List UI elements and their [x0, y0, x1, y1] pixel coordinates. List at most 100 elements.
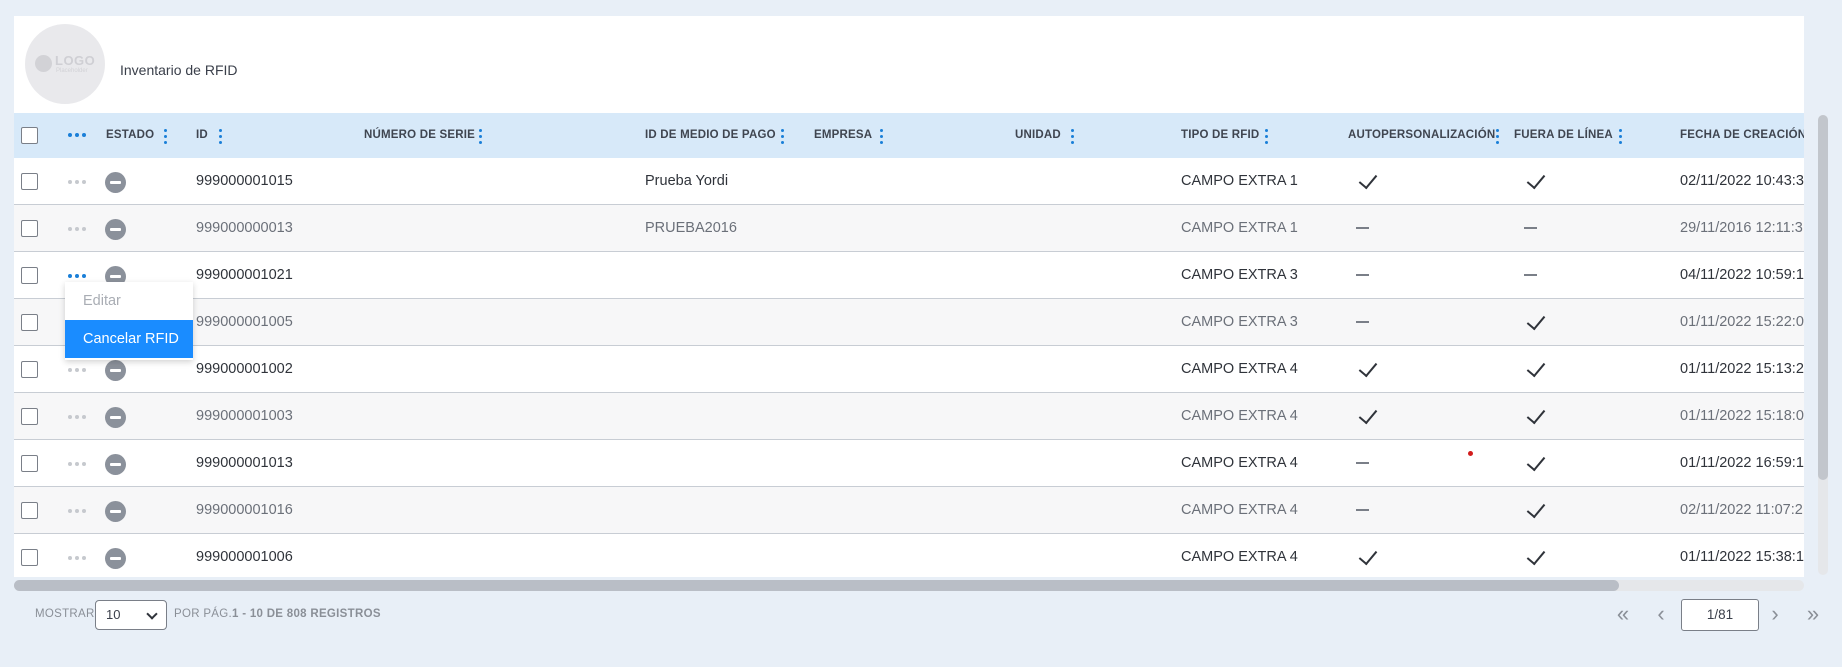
vertical-scrollbar-thumb[interactable]: [1818, 115, 1828, 480]
cell-tipo: CAMPO EXTRA 1: [1181, 173, 1298, 189]
check-icon: [1526, 451, 1546, 472]
check-icon: [1358, 404, 1378, 425]
row-checkbox[interactable]: [21, 314, 38, 331]
row-checkbox[interactable]: [21, 549, 38, 566]
row-actions-menu-icon[interactable]: [68, 180, 86, 184]
row-context-menu: Editar Cancelar RFID: [65, 282, 193, 360]
column-menu-icon[interactable]: [1619, 129, 1623, 145]
edit-menu-item[interactable]: Editar: [65, 282, 193, 320]
row-checkbox[interactable]: [21, 361, 38, 378]
logo-subtext: Placeholder: [56, 68, 88, 74]
cell-id: 999000001005: [196, 314, 293, 330]
column-header-fuera-linea[interactable]: FUERA DE LÍNEA: [1514, 113, 1613, 158]
row-actions-menu-icon[interactable]: [68, 274, 86, 278]
check-icon: [1526, 404, 1546, 425]
status-inactive-icon: [105, 548, 126, 569]
inventory-card: LOGO Placeholder Inventario de RFID ESTA…: [14, 16, 1804, 577]
cell-fecha: 01/11/2022 15:18:0: [1680, 408, 1804, 424]
cursor-indicator: [1468, 451, 1473, 456]
cell-medio-pago: Prueba Yordi: [645, 173, 729, 189]
column-header-empresa[interactable]: EMPRESA: [814, 113, 872, 158]
check-icon: [1526, 169, 1546, 190]
page-size-value: 10: [106, 607, 121, 622]
table-row[interactable]: 999000001003 CAMPO EXTRA 4 01/11/2022 15…: [14, 393, 1804, 440]
dash-icon: [1356, 227, 1369, 229]
row-checkbox[interactable]: [21, 220, 38, 237]
status-inactive-icon: [105, 219, 126, 240]
cell-id: 999000001013: [196, 455, 293, 471]
row-actions-menu-icon[interactable]: [68, 509, 86, 513]
cell-tipo: CAMPO EXTRA 4: [1181, 502, 1298, 518]
table-row[interactable]: 999000001016 CAMPO EXTRA 4 02/11/2022 11…: [14, 487, 1804, 534]
cancel-rfid-menu-item[interactable]: Cancelar RFID: [65, 320, 193, 358]
row-checkbox[interactable]: [21, 408, 38, 425]
table-row[interactable]: 999000001006 CAMPO EXTRA 4 01/11/2022 15…: [14, 534, 1804, 573]
check-icon: [1526, 310, 1546, 331]
cell-fecha: 02/11/2022 10:43:3: [1680, 173, 1804, 189]
column-menu-icon[interactable]: [1071, 129, 1075, 145]
column-menu-icon[interactable]: [479, 129, 483, 145]
column-menu-icon[interactable]: [219, 129, 223, 145]
column-menu-icon[interactable]: [164, 129, 168, 145]
cell-fecha: 01/11/2022 16:59:1: [1680, 455, 1804, 471]
bulk-actions-menu-icon[interactable]: [68, 133, 86, 137]
table-row[interactable]: 999000001021 CAMPO EXTRA 3 04/11/2022 10…: [14, 252, 1804, 299]
row-actions-menu-icon[interactable]: [68, 415, 86, 419]
status-inactive-icon: [105, 172, 126, 193]
column-menu-icon[interactable]: [880, 129, 884, 145]
row-actions-menu-icon[interactable]: [68, 462, 86, 466]
horizontal-scrollbar-thumb[interactable]: [14, 580, 1619, 591]
table-row[interactable]: 999000001002 CAMPO EXTRA 4 01/11/2022 15…: [14, 346, 1804, 393]
last-page-icon[interactable]: »: [1800, 602, 1826, 628]
cell-fecha: 04/11/2022 10:59:1: [1680, 267, 1804, 283]
column-header-unidad[interactable]: UNIDAD: [1015, 113, 1061, 158]
logo-text: LOGO: [55, 53, 96, 68]
row-checkbox[interactable]: [21, 173, 38, 190]
cell-id: 999000001016: [196, 502, 293, 518]
logo: LOGO Placeholder: [25, 24, 105, 104]
column-header-medio-pago[interactable]: ID DE MEDIO DE PAGO: [645, 113, 776, 158]
column-header-autopersonalizacion[interactable]: AUTOPERSONALIZACIÓN: [1348, 113, 1495, 158]
column-menu-icon[interactable]: [1265, 129, 1269, 145]
per-page-label: POR PÁG.: [174, 608, 232, 620]
column-menu-icon[interactable]: [781, 129, 785, 145]
column-header-serie[interactable]: NÚMERO DE SERIE: [364, 113, 475, 158]
dash-icon: [1356, 321, 1369, 323]
page-input[interactable]: 1/81: [1681, 599, 1759, 631]
cell-id: 999000001002: [196, 361, 293, 377]
cell-tipo: CAMPO EXTRA 1: [1181, 220, 1298, 236]
column-header-id[interactable]: ID: [196, 113, 208, 158]
table-header: ESTADO ID NÚMERO DE SERIE ID DE MEDIO DE…: [14, 113, 1804, 158]
row-actions-menu-icon[interactable]: [68, 227, 86, 231]
previous-page-icon[interactable]: ‹: [1648, 602, 1674, 628]
column-header-fecha[interactable]: FECHA DE CREACIÓN: [1680, 113, 1804, 158]
page-size-select[interactable]: 10: [95, 600, 167, 630]
chevron-down-icon: [146, 608, 158, 620]
check-icon: [1358, 169, 1378, 190]
row-checkbox[interactable]: [21, 455, 38, 472]
select-all-checkbox[interactable]: [21, 127, 38, 144]
row-actions-menu-icon[interactable]: [68, 556, 86, 560]
cell-fecha: 02/11/2022 11:07:2: [1680, 502, 1803, 518]
dash-icon: [1524, 274, 1537, 276]
table-row[interactable]: 999000000013 PRUEBA2016 CAMPO EXTRA 1 29…: [14, 205, 1804, 252]
row-actions-menu-icon[interactable]: [68, 368, 86, 372]
column-menu-icon[interactable]: [1496, 129, 1500, 145]
check-icon: [1358, 357, 1378, 378]
table-row[interactable]: 999000001013 CAMPO EXTRA 4 01/11/2022 16…: [14, 440, 1804, 487]
row-checkbox[interactable]: [21, 267, 38, 284]
column-header-tipo[interactable]: TIPO DE RFID: [1181, 113, 1259, 158]
table-row[interactable]: 999000001015 Prueba Yordi CAMPO EXTRA 1 …: [14, 158, 1804, 205]
show-label: MOSTRAR: [35, 608, 95, 620]
page-title: Inventario de RFID: [120, 62, 238, 78]
cell-id: 999000001021: [196, 267, 293, 283]
cell-fecha: 01/11/2022 15:38:1: [1680, 549, 1804, 565]
dash-icon: [1356, 274, 1369, 276]
next-page-icon[interactable]: ›: [1762, 602, 1788, 628]
cell-tipo: CAMPO EXTRA 4: [1181, 408, 1298, 424]
table-row[interactable]: 999000001005 CAMPO EXTRA 3 01/11/2022 15…: [14, 299, 1804, 346]
first-page-icon[interactable]: «: [1610, 602, 1636, 628]
column-header-estado[interactable]: ESTADO: [106, 113, 154, 158]
cell-id: 999000001006: [196, 549, 293, 565]
row-checkbox[interactable]: [21, 502, 38, 519]
